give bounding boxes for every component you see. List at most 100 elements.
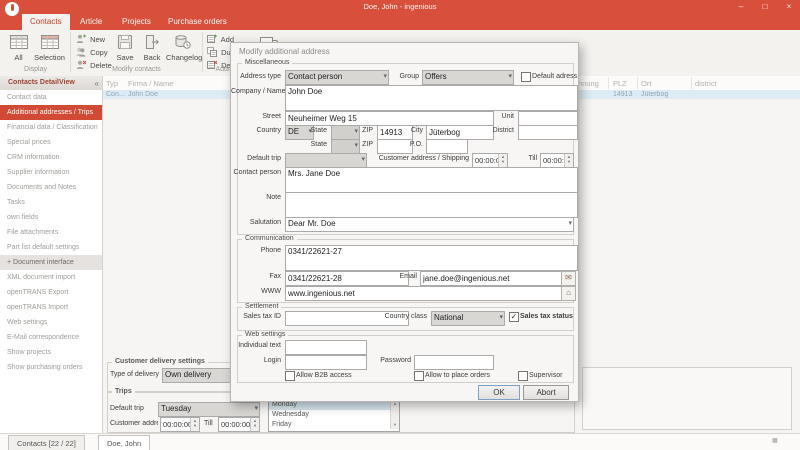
note-textarea[interactable]	[285, 192, 578, 218]
sidebar-item-additional-addresses[interactable]: Additional addresses / Trips	[0, 105, 102, 120]
changelog-database-clock-icon	[166, 33, 199, 53]
default-address-label: Default adress	[532, 73, 578, 80]
default-trip-dropdown[interactable]: Tuesday ▾	[158, 402, 260, 417]
status-tab-contacts[interactable]: Contacts [22 / 22]	[8, 435, 85, 450]
resize-grip-icon[interactable]: ▦	[772, 437, 778, 444]
sidebar-item-special-prices[interactable]: Special prices	[0, 135, 102, 150]
login-input[interactable]	[285, 355, 367, 370]
sidebar-item-show-projects[interactable]: Show projects	[0, 345, 102, 360]
new-contact-button[interactable]: New	[76, 34, 105, 46]
sidebar-item-contact-data[interactable]: Contact data	[0, 90, 102, 105]
sidebar-item-financial-data[interactable]: Financial data / Classification	[0, 120, 102, 135]
column-typ[interactable]: Typ	[106, 79, 118, 88]
copy-contact-button[interactable]: Copy	[76, 47, 108, 59]
salutation-combobox[interactable]: Dear Mr. Doe ▾	[285, 217, 574, 232]
sidebar-section-document-interface[interactable]: + Document interface	[0, 255, 102, 270]
column-ort[interactable]: Ort	[641, 79, 651, 88]
column-unit-partial[interactable]: hnung	[578, 79, 599, 88]
back-door-icon	[139, 33, 165, 53]
sidebar-item-show-purchasing-orders[interactable]: Show purchasing orders	[0, 360, 102, 375]
window-title: Doe, John - ingenious	[363, 2, 437, 11]
modify-additional-address-dialog: Modify additional address Miscellaneous …	[230, 42, 579, 402]
country-class-label: Country class	[384, 313, 427, 320]
sidebar-collapse-icon[interactable]: «	[95, 79, 99, 88]
column-plz[interactable]: PLZ	[613, 79, 627, 88]
contact-person-textarea[interactable]: Mrs. Jane Doe	[285, 167, 578, 193]
sidebar-item-opentrans-import[interactable]: openTRANS Import	[0, 300, 102, 315]
spinner-arrows-icon[interactable]: ▲ ▼	[564, 154, 573, 167]
column-firma-name[interactable]: Firma / Name	[128, 79, 173, 88]
close-button[interactable]: ×	[780, 1, 798, 13]
sidebar-item-xml-document-import[interactable]: XML document import	[0, 270, 102, 285]
www-input[interactable]	[285, 286, 564, 301]
save-floppy-icon	[112, 33, 138, 53]
state-label: State	[310, 127, 327, 134]
group-dropdown[interactable]: Offers ▾	[422, 70, 514, 85]
email-input[interactable]	[420, 271, 564, 286]
cell-name: John Doe	[128, 91, 158, 98]
sidebar-item-tasks[interactable]: Tasks	[0, 195, 102, 210]
maximize-button[interactable]: □	[756, 1, 774, 13]
tab-contacts[interactable]: Contacts	[22, 14, 70, 30]
address-type-dropdown[interactable]: Contact person ▾	[285, 70, 389, 85]
sidebar-item-documents-notes[interactable]: Documents and Notes	[0, 180, 102, 195]
company-name-textarea[interactable]: John Doe	[285, 85, 578, 111]
spinner-arrows-icon[interactable]: ▲ ▼	[250, 418, 259, 431]
password-input[interactable]	[414, 355, 494, 370]
default-trip-dialog-dropdown[interactable]: ▾	[285, 153, 367, 168]
phone-textarea[interactable]: 0341/22621-27	[285, 245, 578, 271]
shipping-time-spinner[interactable]: 00:00:00 ▲ ▼	[472, 153, 508, 168]
unit-input[interactable]	[518, 111, 578, 126]
sidebar-item-email-correspondence[interactable]: E-Mail correspondence	[0, 330, 102, 345]
status-tab-doe-john[interactable]: Doe, John	[98, 435, 151, 450]
sidebar-item-supplier-information[interactable]: Supplier information	[0, 165, 102, 180]
sidebar-item-part-list-defaults[interactable]: Part list default settings	[0, 240, 102, 255]
weekday-item-friday[interactable]: Friday	[269, 420, 399, 430]
customer-address-shipping-dialog-label: Customer address / Shipping	[378, 155, 469, 162]
send-email-icon[interactable]: ✉	[561, 271, 576, 286]
spinner-arrows-icon[interactable]: ▲ ▼	[498, 154, 507, 167]
email-label: Email	[399, 273, 417, 280]
po-input[interactable]	[426, 139, 468, 154]
note-label: Note	[266, 194, 281, 201]
weekday-item-wednesday[interactable]: Wednesday	[269, 410, 399, 420]
shipping-from-spinner[interactable]: 00:00:00 ▲ ▼	[160, 417, 200, 432]
shipping-till-spinner[interactable]: 00:00:00 ▲ ▼	[218, 417, 260, 432]
tab-projects[interactable]: Projects	[114, 14, 159, 30]
tab-purchase-orders[interactable]: Purchase orders	[160, 14, 235, 30]
supervisor-checkbox[interactable]	[518, 371, 528, 381]
till-label: Till	[204, 420, 213, 427]
customer-address-shipping-label: Customer address / S	[110, 420, 158, 427]
country-class-dropdown[interactable]: National ▾	[431, 311, 505, 326]
individual-text-input[interactable]	[285, 340, 367, 355]
allow-b2b-checkbox[interactable]	[285, 371, 295, 381]
default-trip-label: Default trip	[110, 405, 144, 412]
open-website-home-icon[interactable]: ⌂	[561, 286, 576, 301]
list-duplicate-icon	[207, 47, 217, 57]
table-all-icon	[5, 33, 32, 53]
sidebar-item-file-attachments[interactable]: File attachments	[0, 225, 102, 240]
ok-button[interactable]: OK	[478, 385, 520, 400]
sidebar-item-opentrans-export[interactable]: openTRANS Export	[0, 285, 102, 300]
street-input[interactable]	[285, 111, 494, 126]
column-district[interactable]: district	[695, 79, 717, 88]
sidebar-divider	[102, 76, 103, 433]
district-input[interactable]	[518, 125, 578, 140]
sidebar-item-crm-information[interactable]: CRM information	[0, 150, 102, 165]
zip2-label: ZIP	[362, 141, 373, 148]
title-bar: Doe, John - ingenious – □ ×	[0, 0, 800, 14]
sidebar-item-web-settings[interactable]: Web settings	[0, 315, 102, 330]
default-address-checkbox[interactable]	[521, 72, 531, 82]
dropdown-arrow-icon: ▾	[508, 73, 512, 80]
till-time-spinner[interactable]: 00:00:00 ▲ ▼	[540, 153, 574, 168]
listbox-scrollbar[interactable]: ▲ ▼	[390, 400, 399, 429]
abort-button[interactable]: Abort	[523, 385, 569, 400]
spinner-arrows-icon[interactable]: ▲ ▼	[190, 418, 199, 431]
tab-article[interactable]: Article	[72, 14, 110, 30]
trip-weekday-listbox[interactable]: Monday Wednesday Friday ▲ ▼	[268, 399, 400, 432]
allow-orders-checkbox[interactable]	[414, 371, 424, 381]
sales-tax-status-checkbox[interactable]: ✓	[509, 312, 519, 322]
minimize-button[interactable]: –	[732, 1, 750, 13]
sidebar-item-own-fields[interactable]: own fields	[0, 210, 102, 225]
communication-group-label: Communication	[242, 235, 297, 242]
